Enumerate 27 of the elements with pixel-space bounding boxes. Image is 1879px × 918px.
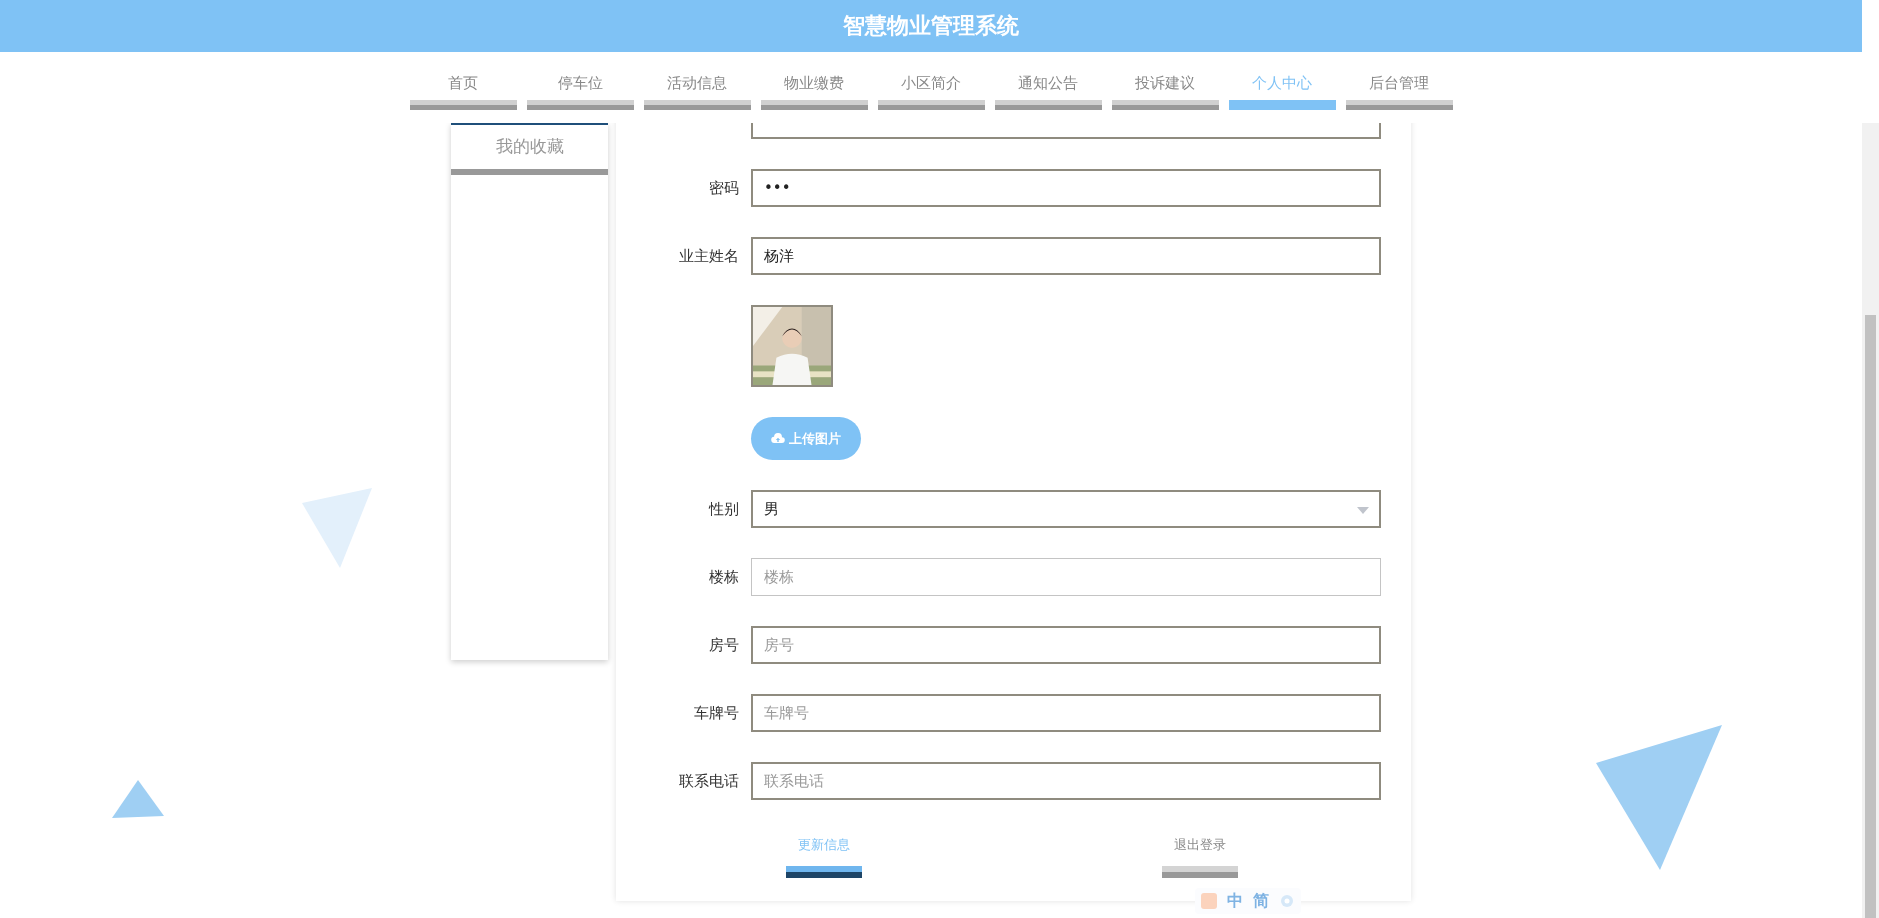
field-label: 车牌号 xyxy=(693,703,739,723)
field-label: 房号 xyxy=(708,635,739,655)
ime-toggle[interactable]: 简 xyxy=(1253,890,1269,912)
update-button[interactable]: 更新信息 xyxy=(786,836,862,878)
field-label: 联系电话 xyxy=(678,771,739,791)
ime-logo-icon xyxy=(1201,893,1217,909)
input-field[interactable]: 杨洋 xyxy=(751,237,1381,275)
gender-select[interactable]: 男 xyxy=(751,490,1381,528)
input-field[interactable]: 联系电话 xyxy=(751,762,1381,800)
ime-toggle[interactable]: 中 xyxy=(1227,890,1243,912)
input-field[interactable]: 房号 xyxy=(751,626,1381,664)
sidebar-item[interactable]: 我的收藏 xyxy=(451,125,608,175)
logout-button[interactable]: 退出登录 xyxy=(1162,836,1238,878)
input-field[interactable]: ••• xyxy=(751,169,1381,207)
upload-cloud-icon xyxy=(771,433,785,444)
upload-button[interactable]: 上传图片 xyxy=(751,417,861,460)
input-field[interactable]: 楼栋 xyxy=(751,558,1381,596)
scrollbar-thumb[interactable] xyxy=(1865,315,1876,918)
scrollbar[interactable] xyxy=(1862,123,1879,918)
caret-icon xyxy=(1357,507,1369,514)
site-title: 智慧物业管理系统 xyxy=(843,12,1019,40)
input-field[interactable]: 车牌号 xyxy=(751,694,1381,732)
field-label: 性别 xyxy=(707,499,739,519)
field-label: 楼栋 xyxy=(708,567,739,587)
field-label: 业主姓名 xyxy=(678,246,739,266)
field-label: 密码 xyxy=(708,178,739,198)
triangle-decoration xyxy=(112,780,164,818)
